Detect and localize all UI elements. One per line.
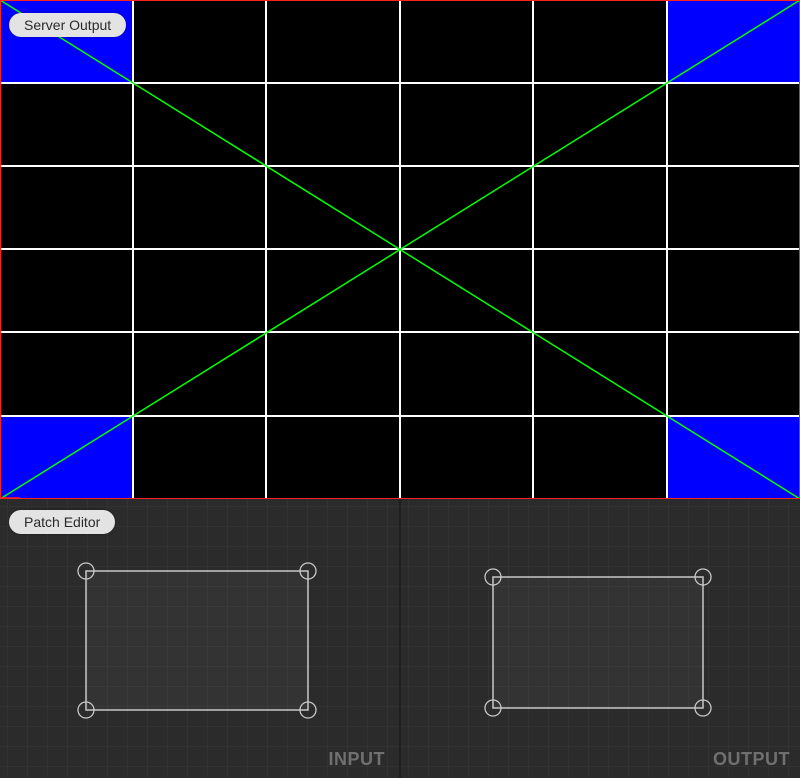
server-output-view: Server Output	[0, 0, 800, 499]
input-panel[interactable]: INPUT	[0, 499, 399, 778]
output-quad[interactable]	[492, 576, 704, 709]
input-quad[interactable]	[85, 570, 309, 711]
patch-editor-label: Patch Editor	[9, 510, 116, 534]
output-panel[interactable]: OUTPUT	[401, 499, 800, 778]
input-quad-canvas[interactable]	[0, 499, 399, 778]
output-quad-canvas[interactable]	[401, 499, 800, 778]
app-root: Server Output INPUT OUTPUT Patch Editor	[0, 0, 800, 778]
test-pattern	[0, 0, 800, 499]
input-panel-caption: INPUT	[328, 749, 385, 769]
patch-editor: INPUT OUTPUT Patch Editor	[0, 499, 800, 778]
server-output-label: Server Output	[9, 13, 127, 37]
output-panel-caption: OUTPUT	[713, 749, 790, 769]
